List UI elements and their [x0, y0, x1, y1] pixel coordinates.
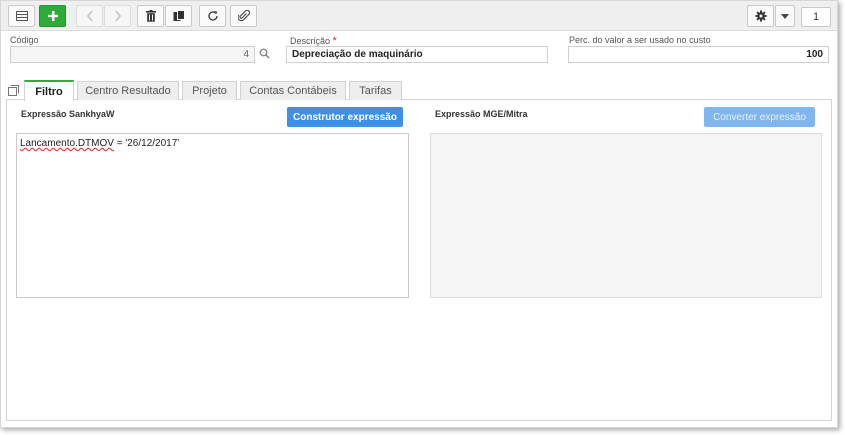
gear-icon: [755, 10, 767, 22]
add-button[interactable]: [39, 5, 66, 27]
attach-button[interactable]: [230, 5, 257, 27]
expression-code: Lancamento.DTMOV = '26/12/2017': [20, 138, 179, 149]
mge-mitra-title: Expressão MGE/Mitra: [435, 109, 528, 119]
tab-filtro[interactable]: Filtro: [24, 80, 74, 101]
descricao-field[interactable]: Depreciação de maquinário: [286, 46, 548, 63]
grid-view-button[interactable]: [8, 5, 35, 27]
copy-button[interactable]: [165, 5, 192, 27]
next-button[interactable]: [104, 5, 131, 27]
settings-button[interactable]: [747, 5, 774, 27]
tab-tarifas[interactable]: Tarifas: [349, 81, 402, 100]
sankhyaw-title: Expressão SankhyaW: [21, 109, 115, 119]
search-icon[interactable]: [259, 48, 270, 62]
codigo-field[interactable]: 4: [10, 46, 255, 63]
refresh-icon: [207, 10, 219, 22]
copy-icon: [173, 10, 185, 22]
code-rest: = '26/12/2017': [113, 138, 180, 149]
percentual-field[interactable]: 100: [568, 46, 829, 63]
plus-icon: [47, 10, 59, 22]
refresh-button[interactable]: [199, 5, 226, 27]
descricao-label-text: Descrição: [290, 36, 331, 46]
collapse-icon[interactable]: [8, 85, 19, 99]
codigo-label: Código: [10, 35, 39, 45]
previous-button[interactable]: [76, 5, 103, 27]
grid-icon: [15, 11, 28, 21]
trash-icon: [145, 10, 156, 22]
page-number-field[interactable]: 1: [801, 7, 831, 27]
form-window: 1 Código 4 Descrição * Depreciação de ma…: [0, 0, 838, 428]
mge-mitra-expression-editor: [430, 133, 822, 298]
caret-down-icon: [781, 13, 789, 19]
chevron-right-icon: [114, 10, 122, 22]
toolbar: 1: [1, 1, 837, 31]
settings-dropdown-button[interactable]: [775, 5, 795, 27]
converter-expressao-button[interactable]: Converter expressão: [704, 107, 815, 127]
tab-projeto[interactable]: Projeto: [182, 81, 237, 100]
delete-button[interactable]: [137, 5, 164, 27]
tab-contas-contabeis[interactable]: Contas Contábeis: [240, 81, 346, 100]
sankhyaw-expression-editor[interactable]: Lancamento.DTMOV = '26/12/2017': [16, 133, 409, 298]
code-identifier: Lancamento.DTMOV: [20, 138, 114, 149]
paperclip-icon: [237, 10, 250, 22]
tab-centro-resultado[interactable]: Centro Resultado: [77, 81, 179, 100]
percentual-label: Perc. do valor a ser usado no custo: [569, 35, 711, 45]
chevron-left-icon: [86, 10, 94, 22]
construtor-expressao-button[interactable]: Construtor expressão: [287, 107, 403, 127]
